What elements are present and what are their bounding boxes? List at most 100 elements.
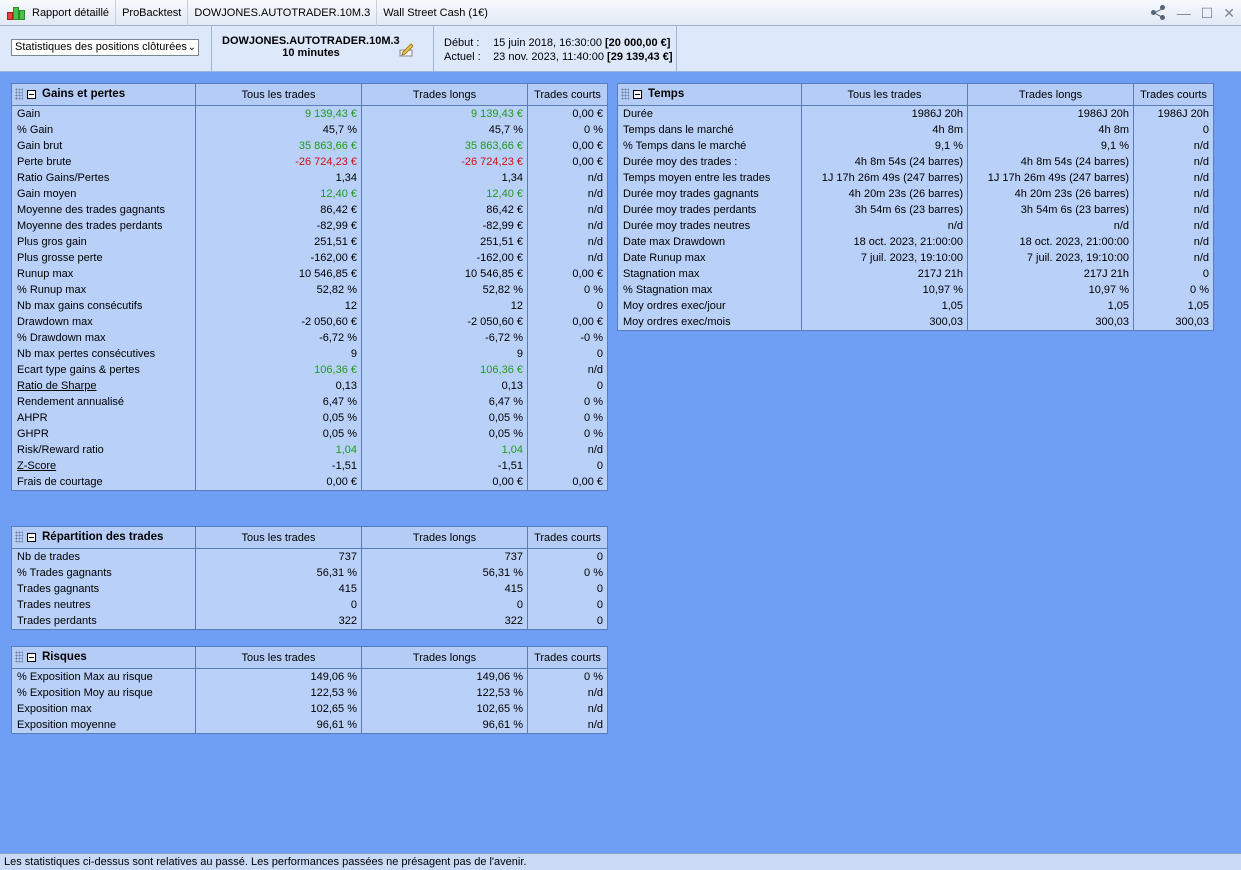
- share-icon[interactable]: [1149, 4, 1167, 22]
- table-row: Temps dans le marché 4h 8m 4h 8m 0: [617, 122, 1214, 138]
- drag-grip-icon[interactable]: [15, 531, 23, 544]
- row-label: Temps dans le marché: [617, 122, 802, 138]
- table-row: Durée moy trades perdants 3h 54m 6s (23 b…: [617, 202, 1214, 218]
- row-value: 86,42 €: [195, 202, 362, 218]
- table-row: % Trades gagnants 56,31 % 56,31 % 0 %: [11, 565, 608, 581]
- row-label: Nb de trades: [11, 548, 196, 565]
- row-value: 10 546,85 €: [361, 266, 528, 282]
- temps-panel: Temps Tous les trades Trades longs Trades c…: [617, 83, 1214, 331]
- table-row: Perte brute -26 724,23 € -26 724,23 €0,00 …: [11, 154, 608, 170]
- table-row: Trades neutres 0 0 0: [11, 597, 608, 613]
- row-label: Nb max pertes consécutives: [11, 346, 196, 362]
- row-value: 1986J 20h: [801, 105, 968, 122]
- row-label: % Exposition Moy au risque: [11, 685, 196, 701]
- drag-grip-icon[interactable]: [621, 88, 629, 101]
- row-label: Ecart type gains & pertes: [11, 362, 196, 378]
- row-value: 0: [195, 597, 362, 613]
- row-value: 12: [361, 298, 528, 314]
- row-label[interactable]: Z-Score: [11, 458, 196, 474]
- row-value: -162,00 €: [195, 250, 362, 266]
- table-row: Trades gagnants 415 415 0: [11, 581, 608, 597]
- drag-grip-icon[interactable]: [15, 651, 23, 664]
- table-row: Gain 9 139,43 €9 139,43 €0,00 €: [11, 105, 608, 122]
- row-label[interactable]: Ratio de Sharpe: [11, 378, 196, 394]
- debut-value: 15 juin 2018, 16:30:00: [493, 37, 602, 49]
- row-label: Ratio Gains/Pertes: [11, 170, 196, 186]
- table-row: Durée moy trades gagnants 4h 20m 23s (26 …: [617, 186, 1214, 202]
- row-value: 1,04: [195, 442, 362, 458]
- table-row: Nb max pertes consécutives 9 9 0: [11, 346, 608, 362]
- maximize-icon[interactable]: ☐: [1201, 5, 1214, 22]
- row-value: 10,97 %: [801, 282, 968, 298]
- row-value: 7 juil. 2023, 19:10:00: [967, 250, 1134, 266]
- table-row: % Runup max 52,82 % 52,82 % 0 %: [11, 282, 608, 298]
- row-value: 0,00 €: [195, 474, 362, 491]
- row-value: n/d: [527, 202, 608, 218]
- row-value: 1J 17h 26m 49s (247 barres): [801, 170, 968, 186]
- minimize-icon[interactable]: —: [1177, 5, 1191, 21]
- title-rapport-detaille: Rapport détaillé: [26, 0, 117, 26]
- row-value: n/d: [1133, 218, 1214, 234]
- row-value: 4h 8m 54s (24 barres): [801, 154, 968, 170]
- column-header-tous: Tous les trades: [801, 83, 968, 106]
- row-value: 3h 54m 6s (23 barres): [967, 202, 1134, 218]
- table-row: Durée moy trades neutres n/d n/d n/d: [617, 218, 1214, 234]
- title-bar: Rapport détaillé ProBacktest DOWJONES.AU…: [0, 0, 1241, 26]
- row-label: Durée: [617, 105, 802, 122]
- row-value: 4h 8m: [967, 122, 1134, 138]
- collapse-icon[interactable]: [633, 89, 642, 99]
- row-value: 737: [195, 548, 362, 565]
- row-label: Moyenne des trades perdants: [11, 218, 196, 234]
- table-row: Moyenne des trades perdants -82,99 € -82,9…: [11, 218, 608, 234]
- row-value: 0: [527, 548, 608, 565]
- row-value: 415: [195, 581, 362, 597]
- row-value: 0: [527, 378, 608, 394]
- row-value: 0: [527, 581, 608, 597]
- column-header-longs: Trades longs: [361, 83, 528, 106]
- row-value: 35 863,66 €: [361, 138, 528, 154]
- edit-pencil-icon[interactable]: [399, 41, 415, 57]
- row-value: 0,05 %: [361, 410, 528, 426]
- drag-grip-icon[interactable]: [15, 88, 23, 101]
- row-value: -26 724,23 €: [361, 154, 528, 170]
- row-value: -82,99 €: [195, 218, 362, 234]
- row-label: % Exposition Max au risque: [11, 668, 196, 685]
- row-label: % Temps dans le marché: [617, 138, 802, 154]
- title-instrument: Wall Street Cash (1€): [383, 6, 488, 19]
- row-value: 18 oct. 2023, 21:00:00: [967, 234, 1134, 250]
- table-row: Z-Score -1,51 -1,51 0: [11, 458, 608, 474]
- row-value: -82,99 €: [361, 218, 528, 234]
- row-value: 18 oct. 2023, 21:00:00: [801, 234, 968, 250]
- row-value: 0: [1133, 122, 1214, 138]
- row-value: 0 %: [527, 122, 608, 138]
- collapse-icon[interactable]: [27, 652, 36, 662]
- table-row: Temps moyen entre les trades 1J 17h 26m 4…: [617, 170, 1214, 186]
- row-value: 737: [361, 548, 528, 565]
- actuel-capital: [29 139,43 €]: [607, 51, 673, 63]
- row-label: Date Runup max: [617, 250, 802, 266]
- row-value: -1,51: [195, 458, 362, 474]
- row-value: 122,53 %: [195, 685, 362, 701]
- table-row: Nb de trades 737 737 0: [11, 548, 608, 565]
- row-value: 0 %: [527, 668, 608, 685]
- gains-header-row: Gains et pertes Tous les trades Trades lon…: [11, 83, 608, 106]
- row-value: 9: [361, 346, 528, 362]
- table-row: Moy ordres exec/jour 1,05 1,05 1,05: [617, 298, 1214, 314]
- gains-title: Gains et pertes: [42, 88, 126, 101]
- column-header-tous: Tous les trades: [195, 646, 362, 669]
- row-label: % Trades gagnants: [11, 565, 196, 581]
- row-value: n/d: [527, 186, 608, 202]
- close-icon[interactable]: ✕: [1223, 5, 1235, 22]
- table-row: Date Runup max 7 juil. 2023, 19:10:00 7 ju…: [617, 250, 1214, 266]
- strategy-timeframe: 10 minutes: [282, 47, 340, 59]
- row-label: Rendement annualisé: [11, 394, 196, 410]
- row-label: Trades neutres: [11, 597, 196, 613]
- collapse-icon[interactable]: [27, 89, 36, 99]
- debut-label: Début :: [444, 37, 480, 49]
- collapse-icon[interactable]: [27, 532, 36, 542]
- row-value: n/d: [527, 685, 608, 701]
- temps-title: Temps: [648, 88, 685, 101]
- row-value: n/d: [1133, 202, 1214, 218]
- row-label: Durée moy trades neutres: [617, 218, 802, 234]
- statistics-type-select[interactable]: Statistiques des positions clôturées ⌄: [11, 39, 199, 56]
